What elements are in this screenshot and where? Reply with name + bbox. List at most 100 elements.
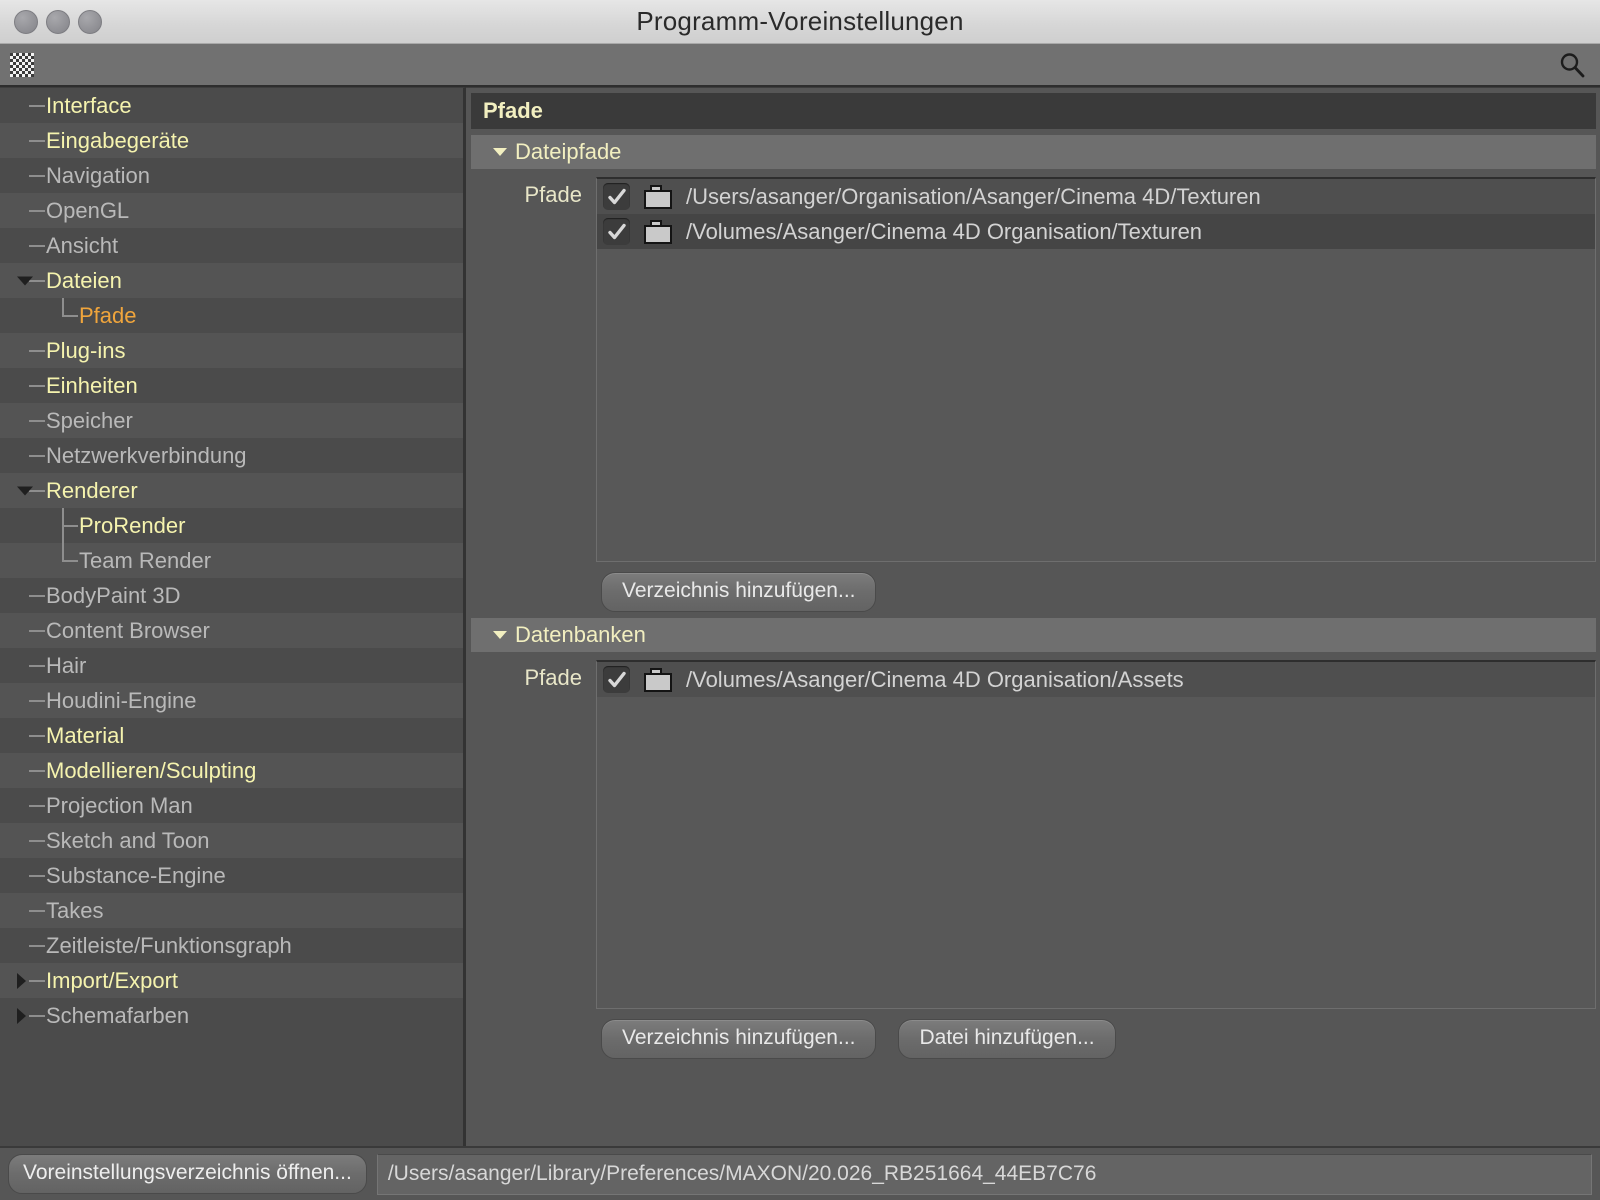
group-buttons: Verzeichnis hinzufügen... <box>466 572 1600 612</box>
sidebar-item-einheiten[interactable]: Einheiten <box>0 368 463 403</box>
sidebar-item-eingabeger-te[interactable]: Eingabegeräte <box>0 123 463 158</box>
sidebar-item-label: Houdini-Engine <box>46 687 197 713</box>
sidebar-item-label: Substance-Engine <box>46 862 226 888</box>
toolbar <box>0 44 1600 87</box>
sidebar-item-label: Schemafarben <box>46 1002 190 1028</box>
traffic-lights <box>0 9 102 34</box>
sidebar-item-label: Plug-ins <box>46 337 126 363</box>
list-item[interactable]: /Volumes/Asanger/Cinema 4D Organisation/… <box>597 214 1595 249</box>
sidebar-item-label: Takes <box>46 897 104 923</box>
group-header-label: Dateipfade <box>515 139 622 164</box>
sidebar-item-prorender[interactable]: ProRender <box>0 508 463 543</box>
sidebar-item-schemafarben[interactable]: Schemafarben <box>0 998 463 1033</box>
dotted-grip-icon[interactable] <box>10 52 34 77</box>
minimize-button[interactable] <box>46 9 70 34</box>
sidebar-item-label: Import/Export <box>46 967 179 993</box>
list-item[interactable]: /Volumes/Asanger/Cinema 4D Organisation/… <box>597 662 1595 697</box>
preferences-path-field[interactable]: /Users/asanger/Library/Preferences/MAXON… <box>376 1153 1592 1195</box>
page-title: Pfade <box>471 93 1596 129</box>
list-item[interactable]: /Users/asanger/Organisation/Asanger/Cine… <box>597 179 1595 214</box>
path-text: /Volumes/Asanger/Cinema 4D Organisation/… <box>686 218 1203 244</box>
chevron-down-icon[interactable] <box>17 276 33 285</box>
sidebar-item-hair[interactable]: Hair <box>0 648 463 683</box>
group-header-datenbanken[interactable]: Datenbanken <box>471 618 1596 652</box>
sidebar-item-label: Hair <box>46 652 87 678</box>
sidebar-item-renderer[interactable]: Renderer <box>0 473 463 508</box>
group-header-label: Datenbanken <box>515 622 646 647</box>
sidebar-item-label: Content Browser <box>46 617 210 643</box>
main-area: Interface Eingabegeräte Navigation OpenGL An… <box>0 87 1600 1146</box>
add-directory-button[interactable]: Verzeichnis hinzufügen... <box>601 1019 877 1059</box>
close-button[interactable] <box>14 9 38 34</box>
open-preferences-folder-button[interactable]: Voreinstellungsverzeichnis öffnen... <box>8 1154 367 1194</box>
chevron-down-icon[interactable] <box>493 148 507 156</box>
chevron-down-icon[interactable] <box>17 486 33 495</box>
sidebar-item-plug-ins[interactable]: Plug-ins <box>0 333 463 368</box>
paths-field-row: Pfade/Volumes/Asanger/Cinema 4D Organisa… <box>466 660 1600 1009</box>
preferences-sidebar: Interface Eingabegeräte Navigation OpenGL An… <box>0 87 466 1146</box>
sidebar-item-label: Einheiten <box>46 372 138 398</box>
add-file-button[interactable]: Datei hinzufügen... <box>898 1019 1116 1059</box>
sidebar-item-zeitleiste-funktionsgraph[interactable]: Zeitleiste/Funktionsgraph <box>0 928 463 963</box>
paths-field-label: Pfade <box>524 665 583 690</box>
sidebar-item-label: BodyPaint 3D <box>46 582 181 608</box>
sidebar-item-projection-man[interactable]: Projection Man <box>0 788 463 823</box>
window-title: Programm-Voreinstellungen <box>636 6 964 36</box>
folder-icon <box>642 219 674 245</box>
preferences-tree: Interface Eingabegeräte Navigation OpenGL An… <box>0 88 463 1033</box>
paths-field-row: Pfade/Users/asanger/Organisation/Asanger… <box>466 177 1600 562</box>
paths-field-label: Pfade <box>524 182 583 207</box>
search-icon[interactable] <box>1558 51 1586 79</box>
sidebar-item-sketch-and-toon[interactable]: Sketch and Toon <box>0 823 463 858</box>
chevron-down-icon[interactable] <box>493 631 507 639</box>
sidebar-item-label: Netzwerkverbindung <box>46 442 247 468</box>
sidebar-item-label: Navigation <box>46 162 150 188</box>
sidebar-item-label: Sketch and Toon <box>46 827 210 853</box>
sidebar-item-modellieren-sculpting[interactable]: Modellieren/Sculpting <box>0 753 463 788</box>
sidebar-item-label: Projection Man <box>46 792 193 818</box>
chevron-right-icon[interactable] <box>17 972 26 989</box>
sidebar-item-label: Eingabegeräte <box>46 127 190 153</box>
sidebar-item-label: Pfade <box>79 302 137 328</box>
path-enabled-checkbox[interactable] <box>603 183 630 210</box>
sidebar-item-houdini-engine[interactable]: Houdini-Engine <box>0 683 463 718</box>
sidebar-item-interface[interactable]: Interface <box>0 88 463 123</box>
sidebar-item-opengl[interactable]: OpenGL <box>0 193 463 228</box>
sidebar-item-label: Ansicht <box>46 232 119 258</box>
sidebar-item-team-render[interactable]: Team Render <box>0 543 463 578</box>
group-header-dateipfade[interactable]: Dateipfade <box>471 135 1596 169</box>
folder-icon <box>642 667 674 693</box>
preferences-window: Programm-Voreinstellungen Interface Einga… <box>0 0 1600 1200</box>
sidebar-item-substance-engine[interactable]: Substance-Engine <box>0 858 463 893</box>
path-text: /Users/asanger/Organisation/Asanger/Cine… <box>686 183 1261 209</box>
group-buttons: Verzeichnis hinzufügen... Datei hinzufüge… <box>466 1019 1600 1059</box>
window-titlebar: Programm-Voreinstellungen <box>0 0 1600 44</box>
sidebar-item-label: Modellieren/Sculpting <box>46 757 257 783</box>
sidebar-item-content-browser[interactable]: Content Browser <box>0 613 463 648</box>
paths-listbox[interactable]: /Users/asanger/Organisation/Asanger/Cine… <box>596 177 1596 562</box>
sidebar-item-ansicht[interactable]: Ansicht <box>0 228 463 263</box>
sidebar-item-label: Speicher <box>46 407 133 433</box>
add-directory-button[interactable]: Verzeichnis hinzufügen... <box>601 572 877 612</box>
sidebar-item-navigation[interactable]: Navigation <box>0 158 463 193</box>
sidebar-item-speicher[interactable]: Speicher <box>0 403 463 438</box>
sidebar-item-import-export[interactable]: Import/Export <box>0 963 463 998</box>
sidebar-item-label: Team Render <box>79 547 212 573</box>
zoom-button[interactable] <box>78 9 102 34</box>
chevron-right-icon[interactable] <box>17 1007 26 1024</box>
sidebar-item-takes[interactable]: Takes <box>0 893 463 928</box>
settings-groups: Dateipfade Pfade/Users/asanger/Organisati… <box>466 129 1600 1059</box>
sidebar-item-dateien[interactable]: Dateien <box>0 263 463 298</box>
sidebar-item-label: Material <box>46 722 125 748</box>
sidebar-item-netzwerkverbindung[interactable]: Netzwerkverbindung <box>0 438 463 473</box>
path-enabled-checkbox[interactable] <box>603 666 630 693</box>
folder-icon <box>642 184 674 210</box>
sidebar-item-pfade[interactable]: Pfade <box>0 298 463 333</box>
paths-listbox[interactable]: /Volumes/Asanger/Cinema 4D Organisation/… <box>596 660 1596 1009</box>
sidebar-item-label: Zeitleiste/Funktionsgraph <box>46 932 292 958</box>
sidebar-item-material[interactable]: Material <box>0 718 463 753</box>
sidebar-item-bodypaint-3d[interactable]: BodyPaint 3D <box>0 578 463 613</box>
path-enabled-checkbox[interactable] <box>603 218 630 245</box>
sidebar-item-label: OpenGL <box>46 197 130 223</box>
sidebar-item-label: ProRender <box>79 512 186 538</box>
